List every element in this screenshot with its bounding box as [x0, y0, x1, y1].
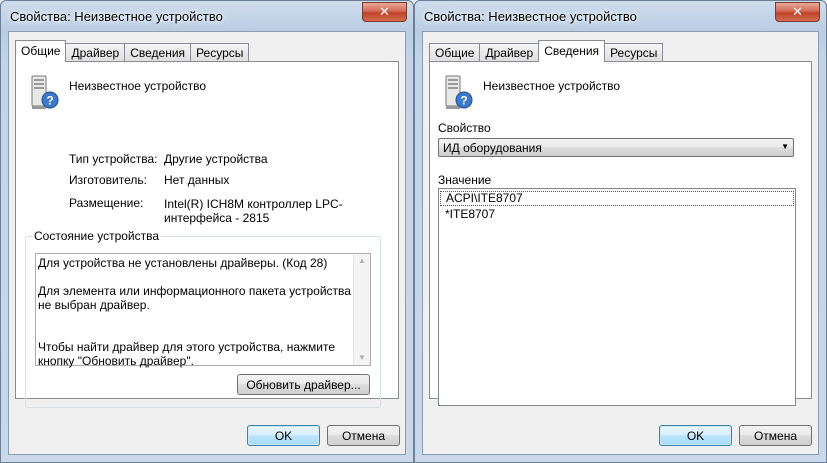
tab-resources[interactable]: Ресурсы [604, 43, 664, 62]
close-icon: ✕ [792, 4, 803, 19]
device-status-textbox[interactable]: Для устройства не установлены драйверы. … [35, 253, 371, 368]
unknown-device-icon: ? [31, 75, 59, 109]
device-name: Неизвестное устройство [483, 79, 621, 93]
update-driver-button[interactable]: Обновить драйвер... [237, 374, 370, 395]
list-item[interactable]: ACPI\ITE8707 [440, 191, 794, 206]
property-select[interactable]: ИД оборудования ▼ [438, 138, 794, 157]
manufacturer-label: Изготовитель: [69, 173, 147, 187]
properties-window-general: Свойства: Неизвестное устройство ✕ Общие… [0, 0, 414, 463]
value-label: Значение [438, 173, 492, 187]
value-listbox[interactable]: ACPI\ITE8707 *ITE8707 [438, 188, 796, 406]
tab-details[interactable]: Сведения [538, 40, 606, 62]
close-icon: ✕ [379, 4, 390, 19]
title-bar[interactable]: Свойства: Неизвестное устройство ✕ [1, 1, 413, 31]
status-line-driver-missing: Для устройства не установлены драйверы. … [38, 256, 328, 270]
tab-panel-details: ? Неизвестное устройство Свойство ИД обо… [429, 61, 812, 406]
chevron-down-icon: ▼ [781, 142, 789, 151]
scroll-up-arrow-icon[interactable]: ▲ [354, 254, 370, 268]
cancel-button[interactable]: Отмена [739, 425, 812, 446]
list-item[interactable]: *ITE8707 [440, 207, 794, 222]
status-scrollbar[interactable]: ▲ ▼ [353, 254, 370, 365]
tab-strip: Общие Драйвер Сведения Ресурсы [15, 40, 250, 62]
svg-text:?: ? [460, 94, 467, 108]
property-label: Свойство [438, 121, 491, 135]
device-status-text: Для устройства не установлены драйверы. … [38, 256, 351, 382]
tab-driver[interactable]: Драйвер [479, 43, 540, 62]
ok-button[interactable]: OK [247, 425, 320, 446]
device-type-label: Тип устройства: [69, 152, 158, 166]
location-value: Intel(R) ICH8M контроллер LPC-интерфейса… [164, 197, 343, 225]
device-status-group: Состояние устройства Для устройства не у… [25, 229, 381, 408]
device-status-legend: Состояние устройства [32, 229, 162, 243]
cancel-button[interactable]: Отмена [327, 425, 400, 446]
properties-window-details: Свойства: Неизвестное устройство ✕ Общие… [414, 0, 827, 463]
title-bar[interactable]: Свойства: Неизвестное устройство ✕ [415, 1, 826, 31]
status-line-instructions: Чтобы найти драйвер для этого устройства… [38, 340, 336, 368]
window-title: Свойства: Неизвестное устройство [10, 9, 223, 24]
tab-general[interactable]: Общие [15, 40, 67, 62]
close-button[interactable]: ✕ [362, 2, 407, 22]
manufacturer-value: Нет данных [164, 173, 230, 187]
unknown-device-icon: ? [445, 75, 473, 109]
dialog-client: Общие Драйвер Сведения Ресурсы ? Неизвес… [422, 31, 819, 455]
close-button[interactable]: ✕ [775, 2, 820, 22]
dialog-client: Общие Драйвер Сведения Ресурсы ? Неизвес… [8, 31, 406, 455]
status-line-no-driver-selected: Для элемента или информационного пакета … [38, 284, 351, 312]
tab-driver[interactable]: Драйвер [65, 43, 126, 62]
device-type-value: Другие устройства [164, 152, 268, 166]
tab-strip: Общие Драйвер Сведения Ресурсы [429, 40, 664, 62]
window-title: Свойства: Неизвестное устройство [424, 9, 637, 24]
tab-details[interactable]: Сведения [124, 43, 192, 62]
device-name: Неизвестное устройство [69, 79, 207, 93]
tab-panel-general: ? Неизвестное устройство Тип устройства:… [15, 61, 399, 408]
tab-resources[interactable]: Ресурсы [190, 43, 250, 62]
property-selected-value: ИД оборудования [443, 141, 542, 155]
tab-general[interactable]: Общие [429, 43, 481, 62]
ok-button[interactable]: OK [659, 425, 732, 446]
scroll-down-arrow-icon[interactable]: ▼ [354, 351, 370, 365]
svg-text:?: ? [46, 94, 53, 108]
location-label: Размещение: [69, 196, 144, 210]
